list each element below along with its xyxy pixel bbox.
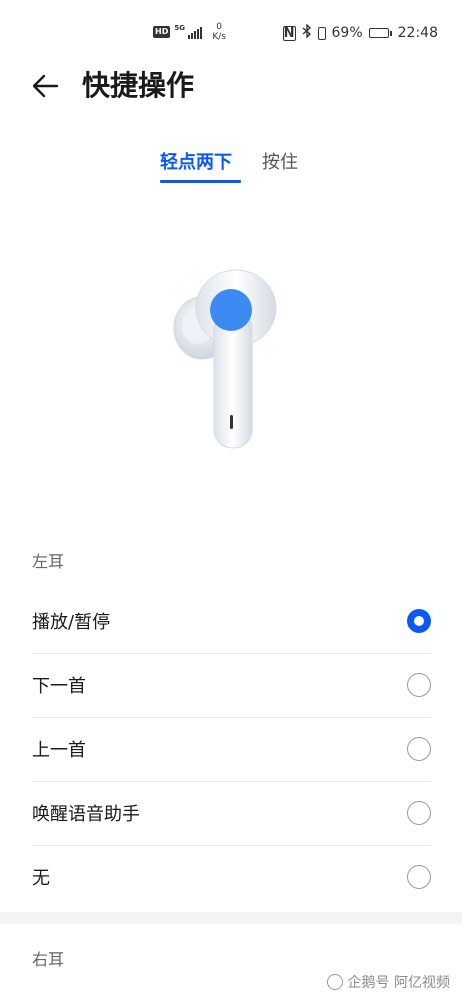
page-title: 快捷操作 bbox=[82, 69, 195, 102]
option-none[interactable]: 无 bbox=[0, 846, 462, 910]
option-label: 播放/暂停 bbox=[32, 612, 111, 633]
battery-icon bbox=[368, 28, 392, 38]
option-label: 无 bbox=[32, 868, 50, 889]
option-play-pause[interactable]: 播放/暂停 bbox=[0, 590, 462, 654]
network-speed-value: 0 bbox=[216, 22, 223, 32]
bluetooth-icon bbox=[302, 23, 312, 42]
tab-bar: 轻点两下 按住 bbox=[0, 150, 462, 190]
option-voice-assistant[interactable]: 唤醒语音助手 bbox=[0, 782, 462, 846]
option-label: 下一首 bbox=[32, 676, 86, 697]
back-button[interactable] bbox=[30, 70, 62, 102]
vibrate-icon bbox=[317, 26, 326, 40]
watermark-text: 企鹅号 阿亿视频 bbox=[347, 975, 450, 991]
radio-unselected[interactable] bbox=[407, 737, 431, 761]
right-ear-label: 右耳 bbox=[32, 950, 65, 969]
watermark: 企鹅号 阿亿视频 bbox=[326, 972, 450, 992]
network-speed-unit: K/s bbox=[212, 32, 226, 42]
tab-double-tap[interactable]: 轻点两下 bbox=[160, 150, 232, 176]
radio-unselected[interactable] bbox=[407, 673, 431, 697]
option-next-track[interactable]: 下一首 bbox=[0, 654, 462, 718]
touch-area-dot bbox=[210, 289, 252, 331]
radio-unselected[interactable] bbox=[407, 801, 431, 825]
option-previous-track[interactable]: 上一首 bbox=[0, 718, 462, 782]
tab-press-hold[interactable]: 按住 bbox=[262, 150, 298, 176]
active-tab-indicator bbox=[160, 180, 241, 183]
left-ear-label: 左耳 bbox=[32, 552, 65, 571]
battery-percent: 69% bbox=[331, 25, 363, 41]
radio-unselected[interactable] bbox=[407, 865, 431, 889]
cellular-signal-icon: 5G bbox=[174, 24, 203, 39]
earbud-image bbox=[173, 269, 277, 449]
left-ear-options: 播放/暂停 下一首 上一首 唤醒语音助手 无 bbox=[0, 590, 462, 910]
clock: 22:48 bbox=[397, 25, 438, 41]
status-bar: HD 5G 0 K/s N 69% 22:48 bbox=[0, 0, 462, 64]
section-gap bbox=[0, 912, 462, 924]
arrow-left-icon bbox=[32, 74, 59, 98]
option-label: 唤醒语音助手 bbox=[32, 804, 140, 825]
hd-voice-icon: HD bbox=[153, 26, 171, 38]
option-label: 上一首 bbox=[32, 740, 86, 761]
status-right: N 69% 22:48 bbox=[282, 23, 438, 42]
radio-selected[interactable] bbox=[407, 609, 431, 633]
network-speed: 0 K/s bbox=[212, 22, 226, 42]
app-bar: 快捷操作 bbox=[0, 62, 462, 110]
earbud-illustration bbox=[150, 250, 310, 470]
status-left: HD 5G 0 K/s bbox=[153, 22, 226, 42]
nfc-icon: N bbox=[282, 25, 296, 41]
watermark-logo-icon bbox=[326, 974, 343, 990]
